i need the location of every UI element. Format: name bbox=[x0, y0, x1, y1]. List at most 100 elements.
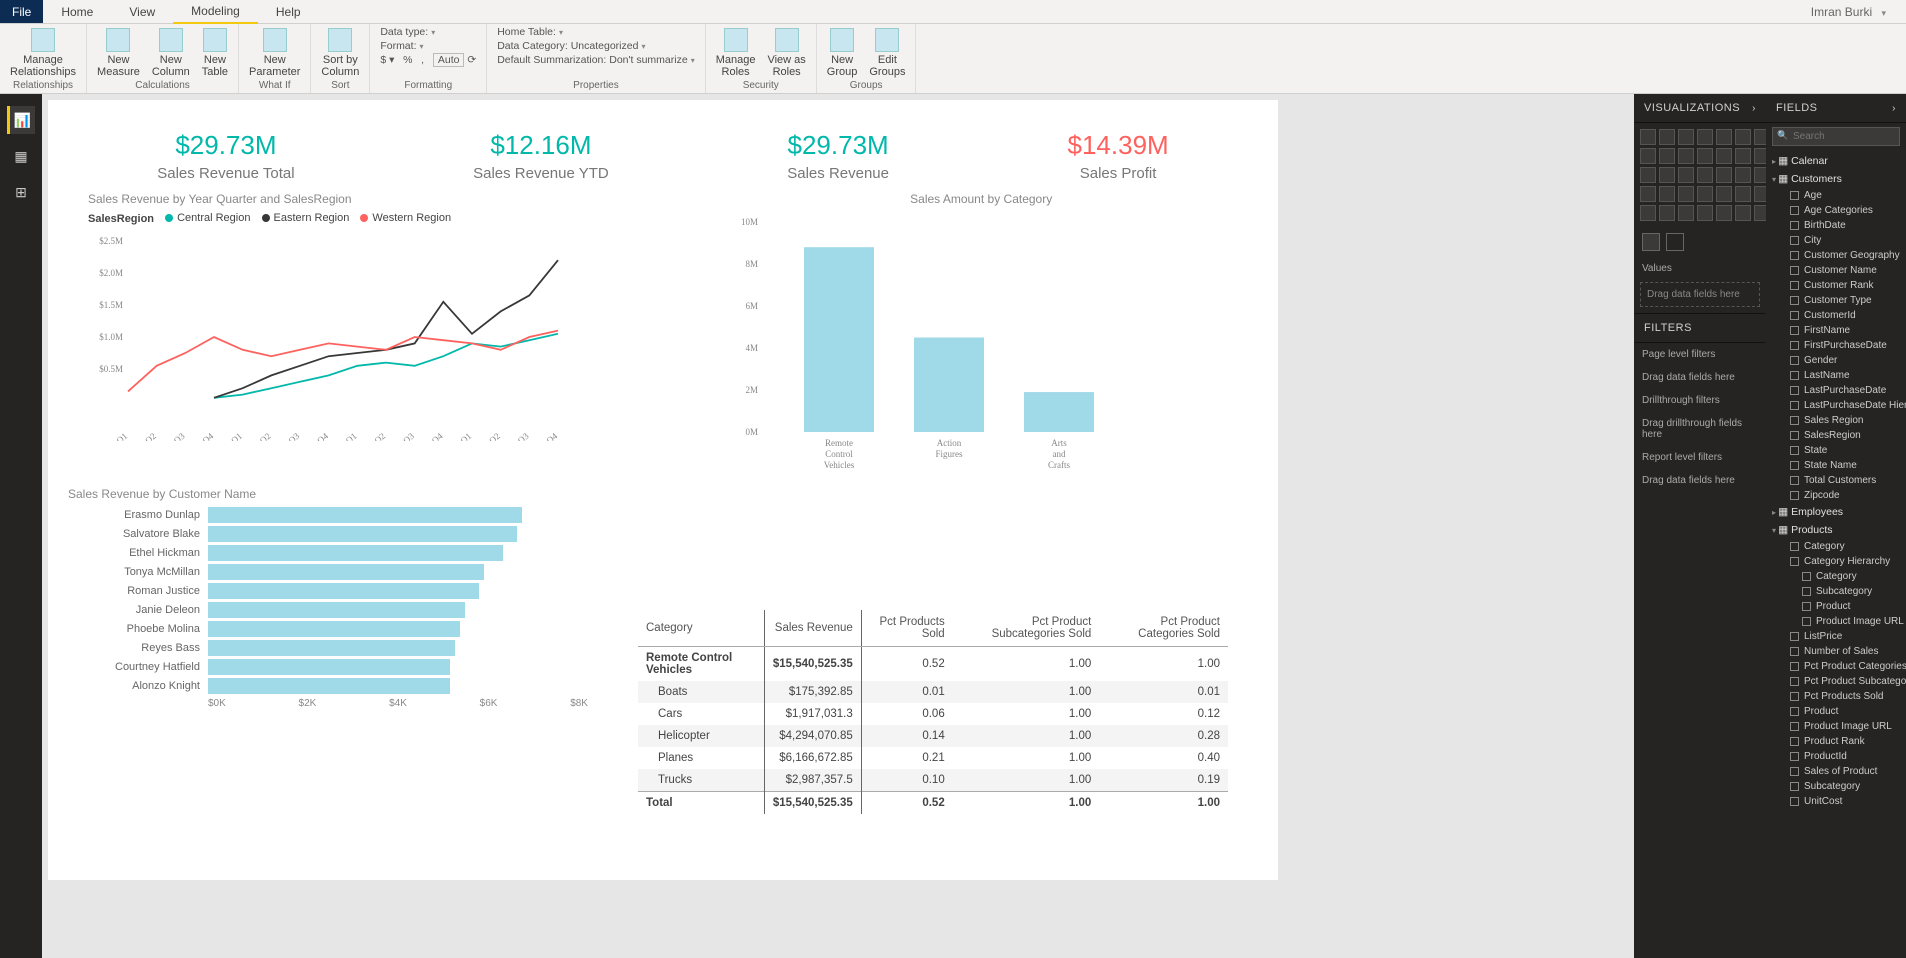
field-search[interactable] bbox=[1772, 127, 1900, 146]
tab-home[interactable]: Home bbox=[43, 1, 111, 23]
field-item[interactable]: Customer Name bbox=[1766, 263, 1906, 278]
report-filters-dropzone[interactable]: Drag data fields here bbox=[1634, 469, 1766, 492]
home-table-dropdown[interactable]: Home Table:▾ bbox=[497, 26, 695, 38]
view-as-roles-button[interactable]: View as Roles bbox=[761, 26, 811, 80]
kpi-sales-revenue-total[interactable]: $29.73M Sales Revenue Total bbox=[157, 130, 294, 182]
field-item[interactable]: Pct Products Sold bbox=[1766, 689, 1906, 704]
datatype-dropdown[interactable]: Data type:▾ bbox=[380, 26, 476, 38]
viz-type-icon[interactable] bbox=[1697, 129, 1713, 145]
viz-type-icon[interactable] bbox=[1640, 186, 1656, 202]
data-table[interactable]: CategorySales RevenuePct Products SoldPc… bbox=[638, 610, 1228, 814]
field-table[interactable]: ▦ Calenar bbox=[1766, 152, 1906, 170]
model-view-button[interactable]: ⊞ bbox=[7, 178, 35, 206]
viz-type-icon[interactable] bbox=[1716, 186, 1732, 202]
visualizations-gallery[interactable] bbox=[1634, 123, 1766, 227]
kpi-sales-profit[interactable]: $14.39M Sales Profit bbox=[1068, 130, 1169, 182]
viz-type-icon[interactable] bbox=[1716, 148, 1732, 164]
line-chart[interactable]: Sales Revenue by Year Quarter and SalesR… bbox=[88, 192, 704, 477]
viz-type-icon[interactable] bbox=[1659, 167, 1675, 183]
customer-bar-row[interactable]: Courtney Hatfield bbox=[88, 659, 588, 675]
user-label[interactable]: Imran Burki ▾ bbox=[1811, 5, 1906, 19]
field-item[interactable]: Sales Region bbox=[1766, 413, 1906, 428]
field-item[interactable]: Category bbox=[1766, 539, 1906, 554]
field-item[interactable]: FirstName bbox=[1766, 323, 1906, 338]
viz-type-icon[interactable] bbox=[1735, 186, 1751, 202]
new-table-button[interactable]: New Table bbox=[196, 26, 234, 80]
viz-type-icon[interactable] bbox=[1659, 129, 1675, 145]
customer-bar-row[interactable]: Ethel Hickman bbox=[88, 545, 588, 561]
field-item[interactable]: Product bbox=[1766, 599, 1906, 614]
viz-type-icon[interactable] bbox=[1754, 148, 1766, 164]
page-filters-dropzone[interactable]: Drag data fields here bbox=[1634, 366, 1766, 389]
viz-type-icon[interactable] bbox=[1754, 129, 1766, 145]
manage-roles-button[interactable]: Manage Roles bbox=[710, 26, 762, 80]
viz-type-icon[interactable] bbox=[1640, 148, 1656, 164]
canvas-area[interactable]: $29.73M Sales Revenue Total $12.16M Sale… bbox=[42, 94, 1406, 958]
customer-bar-row[interactable]: Salvatore Blake bbox=[88, 526, 588, 542]
field-item[interactable]: UnitCost bbox=[1766, 794, 1906, 809]
customer-bar-row[interactable]: Tonya McMillan bbox=[88, 564, 588, 580]
viz-type-icon[interactable] bbox=[1678, 148, 1694, 164]
new-group-button[interactable]: New Group bbox=[821, 26, 864, 80]
viz-type-icon[interactable] bbox=[1697, 186, 1713, 202]
file-menu[interactable]: File bbox=[0, 0, 43, 23]
field-item[interactable]: CustomerId bbox=[1766, 308, 1906, 323]
field-item[interactable]: ProductId bbox=[1766, 749, 1906, 764]
table-row[interactable]: Cars$1,917,031.30.061.000.12 bbox=[638, 703, 1228, 725]
viz-type-icon[interactable] bbox=[1754, 205, 1766, 221]
field-item[interactable]: Product Image URL bbox=[1766, 719, 1906, 734]
report-view-button[interactable]: 📊 bbox=[7, 106, 35, 134]
customer-bar-row[interactable]: Erasmo Dunlap bbox=[88, 507, 588, 523]
field-item[interactable]: State bbox=[1766, 443, 1906, 458]
field-item[interactable]: Gender bbox=[1766, 353, 1906, 368]
format-well-icon[interactable] bbox=[1666, 233, 1684, 251]
field-tree[interactable]: ▦ Calenar▦ CustomersAgeAge CategoriesBir… bbox=[1766, 150, 1906, 954]
customer-bar-row[interactable]: Reyes Bass bbox=[88, 640, 588, 656]
field-item[interactable]: Customer Rank bbox=[1766, 278, 1906, 293]
field-item[interactable]: Subcategory bbox=[1766, 584, 1906, 599]
format-dropdown[interactable]: Format:▾ bbox=[380, 40, 476, 52]
field-item[interactable]: Category bbox=[1766, 569, 1906, 584]
field-item[interactable]: LastPurchaseDate Hierarchy bbox=[1766, 398, 1906, 413]
formatting-buttons[interactable]: $ ▾ % , Auto ⟳ bbox=[380, 54, 476, 66]
viz-type-icon[interactable] bbox=[1697, 167, 1713, 183]
viz-type-icon[interactable] bbox=[1735, 148, 1751, 164]
viz-type-icon[interactable] bbox=[1678, 167, 1694, 183]
field-item[interactable]: City bbox=[1766, 233, 1906, 248]
table-row[interactable]: Boats$175,392.850.011.000.01 bbox=[638, 681, 1228, 703]
tab-help[interactable]: Help bbox=[258, 1, 319, 23]
field-item[interactable]: SalesRegion bbox=[1766, 428, 1906, 443]
table-row[interactable]: Planes$6,166,672.850.211.000.40 bbox=[638, 747, 1228, 769]
kpi-sales-revenue[interactable]: $29.73M Sales Revenue bbox=[787, 130, 889, 182]
new-measure-button[interactable]: New Measure bbox=[91, 26, 146, 80]
viz-type-icon[interactable] bbox=[1640, 205, 1656, 221]
field-item[interactable]: Pct Product Subcategories... bbox=[1766, 674, 1906, 689]
table-row[interactable]: Helicopter$4,294,070.850.141.000.28 bbox=[638, 725, 1228, 747]
report-canvas[interactable]: $29.73M Sales Revenue Total $12.16M Sale… bbox=[48, 100, 1278, 880]
fields-well-icon[interactable] bbox=[1642, 233, 1660, 251]
field-item[interactable]: Category Hierarchy bbox=[1766, 554, 1906, 569]
viz-type-icon[interactable] bbox=[1678, 129, 1694, 145]
field-item[interactable]: FirstPurchaseDate bbox=[1766, 338, 1906, 353]
field-search-input[interactable] bbox=[1772, 127, 1900, 146]
field-item[interactable]: State Name bbox=[1766, 458, 1906, 473]
values-dropzone[interactable]: Drag data fields here bbox=[1640, 282, 1760, 307]
field-item[interactable]: ListPrice bbox=[1766, 629, 1906, 644]
viz-type-icon[interactable] bbox=[1735, 205, 1751, 221]
field-table[interactable]: ▦ Employees bbox=[1766, 503, 1906, 521]
new-column-button[interactable]: New Column bbox=[146, 26, 196, 80]
viz-type-icon[interactable] bbox=[1716, 167, 1732, 183]
field-item[interactable]: LastName bbox=[1766, 368, 1906, 383]
customer-bar-row[interactable]: Phoebe Molina bbox=[88, 621, 588, 637]
drill-filters-dropzone[interactable]: Drag drillthrough fields here bbox=[1634, 412, 1766, 446]
viz-type-icon[interactable] bbox=[1640, 129, 1656, 145]
viz-type-icon[interactable] bbox=[1697, 148, 1713, 164]
field-item[interactable]: Product Image URL bbox=[1766, 614, 1906, 629]
field-item[interactable]: Product Rank bbox=[1766, 734, 1906, 749]
field-item[interactable]: Subcategory bbox=[1766, 779, 1906, 794]
data-category-dropdown[interactable]: Data Category: Uncategorized▾ bbox=[497, 40, 695, 52]
field-item[interactable]: Customer Geography bbox=[1766, 248, 1906, 263]
fields-header[interactable]: FIELDS› bbox=[1766, 94, 1906, 123]
sort-by-column-button[interactable]: Sort by Column bbox=[315, 26, 365, 80]
viz-type-icon[interactable] bbox=[1735, 129, 1751, 145]
